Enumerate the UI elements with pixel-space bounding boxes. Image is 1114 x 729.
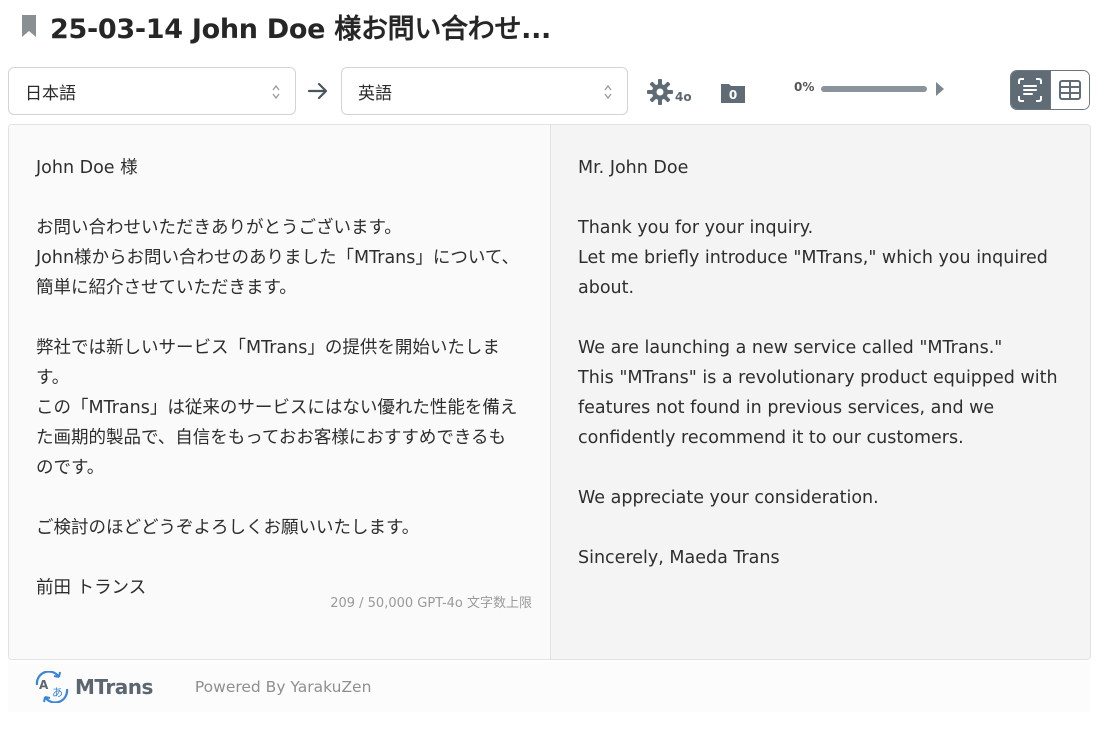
translation-output[interactable]: Mr. John Doe Thank you for your inquiry.… bbox=[551, 125, 1090, 659]
translation-paragraph: Mr. John Doe bbox=[578, 158, 689, 178]
source-language-select[interactable]: 日本語 bbox=[8, 67, 296, 115]
play-icon[interactable] bbox=[935, 81, 945, 97]
mtrans-logo[interactable]: A あ MTrans bbox=[33, 671, 153, 703]
view-toggle bbox=[1010, 70, 1090, 110]
arrow-right-icon[interactable] bbox=[306, 79, 330, 103]
gear-icon bbox=[647, 79, 673, 105]
source-text-editor[interactable]: John Doe 様 お問い合わせいただきありがとうございます。 John様から… bbox=[9, 125, 551, 659]
character-count: 209 / 50,000 GPT-4o 文字数上限 bbox=[330, 596, 532, 611]
source-paragraph: 弊社では新しいサービス「MTrans」の提供を開始いたします。 この「MTran… bbox=[36, 338, 518, 478]
translation-paragraph: We appreciate your consideration. bbox=[578, 488, 879, 508]
progress-bar bbox=[821, 86, 927, 92]
bookmark-icon[interactable] bbox=[20, 14, 38, 38]
target-language-select[interactable]: 英語 bbox=[341, 67, 628, 115]
text-view-button[interactable] bbox=[1011, 71, 1050, 109]
document-title[interactable]: 25-03-14 John Doe 様お問い合わせ... bbox=[50, 7, 551, 46]
grid-icon bbox=[1058, 80, 1081, 100]
source-paragraph: お問い合わせいただきありがとうございます。 John様からお問い合わせのありまし… bbox=[36, 218, 519, 298]
translation-paragraph: We are launching a new service called "M… bbox=[578, 338, 1058, 448]
engine-model-label: 4o bbox=[675, 90, 692, 104]
text-scan-icon bbox=[1018, 78, 1043, 102]
translation-paragraph: Thank you for your inquiry. Let me brief… bbox=[578, 218, 1048, 298]
progress-label: 0% bbox=[794, 80, 815, 94]
translate-logo-icon: A あ bbox=[35, 671, 69, 703]
translation-panels: John Doe 様 お問い合わせいただきありがとうございます。 John様から… bbox=[8, 124, 1091, 660]
glossary-folder-button[interactable]: 0 bbox=[720, 80, 746, 104]
target-language-label: 英語 bbox=[358, 83, 392, 104]
updown-caret-icon bbox=[272, 84, 280, 100]
logo-text: MTrans bbox=[75, 675, 153, 699]
engine-settings-button[interactable]: 4o bbox=[646, 76, 692, 106]
folder-count: 0 bbox=[728, 88, 738, 102]
toolbar: 日本語 英語 4o 0 0% bbox=[8, 67, 1091, 117]
table-view-button[interactable] bbox=[1049, 71, 1089, 109]
source-paragraph: John Doe 様 bbox=[36, 158, 138, 178]
translation-paragraph: Sincerely, Maeda Trans bbox=[578, 548, 780, 568]
updown-caret-icon bbox=[604, 84, 612, 100]
powered-by-text: Powered By YarakuZen bbox=[194, 678, 372, 696]
logo-badge-kana: あ bbox=[52, 686, 63, 699]
source-paragraph: ご検討のほどどうぞよろしくお願いいたします。 bbox=[36, 518, 420, 538]
title-row: 25-03-14 John Doe 様お問い合わせ... bbox=[20, 6, 551, 46]
footer: A あ MTrans Powered By YarakuZen bbox=[8, 662, 1091, 712]
logo-badge-latin: A bbox=[39, 678, 49, 692]
source-language-label: 日本語 bbox=[25, 83, 76, 104]
